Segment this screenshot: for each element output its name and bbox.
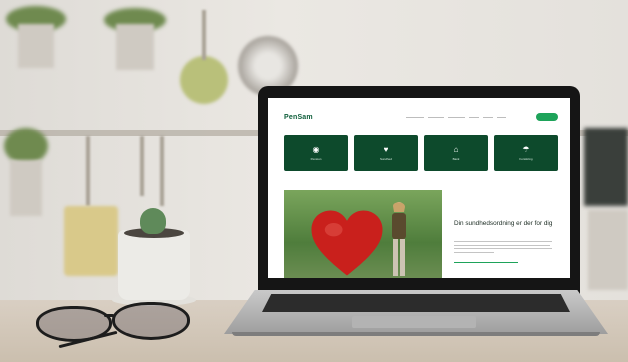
umbrella-icon: ☂ [522,144,530,154]
pot-top-left [18,24,54,68]
bank-building-icon: ⌂ [453,144,459,154]
utensil-3 [160,136,164,206]
laptop-trackpad [352,316,476,328]
login-button[interactable] [536,113,558,121]
hero-photo [284,190,442,278]
pan-handle [202,10,206,60]
tile-label: Bank [452,156,460,161]
nav-placeholder-lines [406,117,506,119]
site-logo[interactable]: PenSam [284,114,313,121]
laptop-screen: PenSam ◉ Pension ♥ Sundhed ⌂ Bank ☂ Fors… [268,98,570,278]
cactus-plant [140,208,166,234]
tile-pension[interactable]: ◉ Pension [284,135,348,171]
red-heart-sculpture [311,210,383,276]
heart-pulse-icon: ♥ [383,144,389,154]
laptop-keyboard [262,294,570,312]
hanging-pan-green [180,56,228,104]
tile-label: Sundhed [379,156,392,161]
glasses-bridge [104,314,114,317]
laptop-front-edge [232,332,600,336]
container-right [588,210,628,290]
tile-label: Pension [310,156,322,161]
utensil-1 [86,136,90,206]
tile-label: Forsikring [519,156,533,161]
pot-lower-left [10,160,42,216]
piggy-bank-icon: ◉ [312,144,320,154]
hero-body-lines [454,241,552,253]
glasses-lens-right [112,302,190,340]
hero-title: Din sundhedsordning er der for dig [454,220,553,227]
hero-link-line [454,262,518,264]
pot-top-middle [116,24,154,70]
tile-forsikring[interactable]: ☂ Forsikring [494,135,558,171]
appliance-right [584,128,628,206]
tile-bank[interactable]: ⌂ Bank [424,135,488,171]
cactus-pot [118,230,190,300]
cutting-board [64,206,118,276]
tile-sundhed[interactable]: ♥ Sundhed [354,135,418,171]
plant-lower-left [4,128,48,164]
person-leaning [392,202,406,276]
utensil-2 [140,136,144,196]
